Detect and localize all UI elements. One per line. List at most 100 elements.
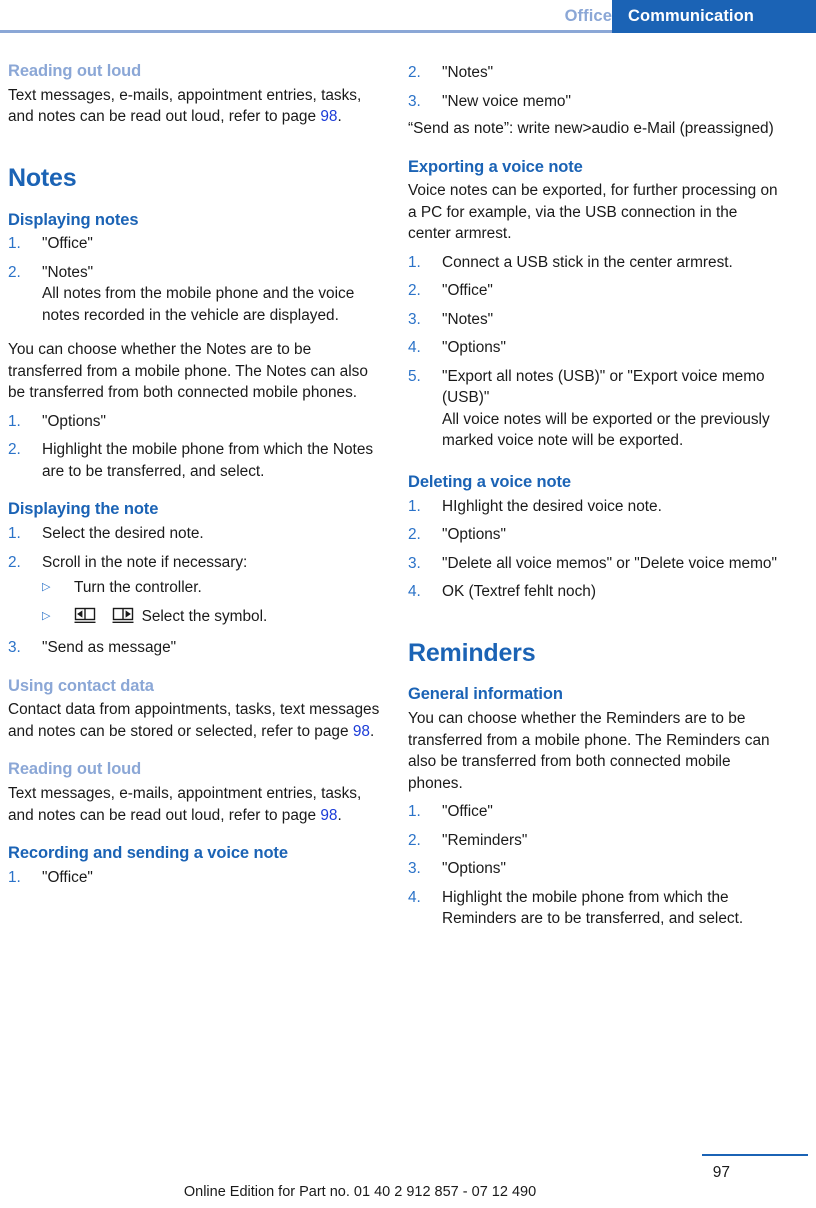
list-item: 2. Highlight the mobile phone from which…: [8, 439, 382, 482]
list-item: 3. "New voice memo": [408, 91, 782, 113]
list-item: 4. "Options": [408, 337, 782, 359]
list-item-number: 2.: [8, 441, 21, 459]
list-item-number: 1.: [8, 235, 21, 253]
list-item-number: 3.: [408, 92, 421, 110]
section-heading: General information: [408, 685, 563, 704]
list-item-number: 1.: [8, 412, 21, 430]
list-item-number: 1.: [408, 497, 421, 515]
list-item: 1. HIghlight the desired voice note.: [408, 496, 782, 518]
left-column: Reading out loud Text messages, e-mails,…: [8, 62, 382, 889]
list-item-number: 2.: [8, 553, 21, 571]
list-item-number: 2.: [408, 831, 421, 849]
list-item-text: "New voice memo": [442, 92, 571, 110]
list-item: 1. "Options": [8, 411, 382, 433]
sub-bullet-list: ▷ Turn the controller. ▷ Select the symb…: [42, 577, 382, 630]
sub-list-item: ▷ Select the symbol.: [42, 606, 382, 631]
list-item: 2. Scroll in the note if necessary: ▷ Tu…: [8, 552, 382, 631]
list-item-text: OK (Textref fehlt noch): [442, 583, 596, 601]
section-paragraph: You can choose whether the Notes are to …: [8, 341, 368, 402]
section-paragraph: Voice notes can be exported, for further…: [408, 182, 778, 243]
page-header: Office Communication: [0, 0, 816, 33]
section-paragraph: You can choose whether the Reminders are…: [408, 710, 770, 792]
list-item: 4. OK (Textref fehlt noch): [408, 581, 782, 603]
sub-list-item-text: Turn the controller.: [74, 579, 202, 597]
list-item: 4. Highlight the mobile phone from which…: [408, 887, 782, 930]
step-list: 1. "Office": [8, 867, 382, 889]
list-item: 3. "Notes": [408, 309, 782, 331]
list-item-text: "Office": [442, 803, 493, 821]
section-heading: Reading out loud: [8, 760, 142, 779]
list-item-note: All notes from the mobile phone and the …: [42, 285, 355, 324]
list-item-text: "Send as message": [42, 639, 177, 657]
list-item-text: "Export all notes (USB)" or "Export voic…: [442, 367, 765, 407]
list-item-number: 2.: [408, 282, 421, 300]
list-item-text: Connect a USB stick in the center armres…: [442, 253, 733, 271]
list-item-text: Select the desired note.: [42, 525, 204, 543]
list-item: 1. Connect a USB stick in the center arm…: [408, 252, 782, 274]
tab-office[interactable]: Office: [565, 0, 612, 33]
list-item: 1. "Office": [8, 867, 382, 889]
section-paragraph: Contact data from appointments, tasks, t…: [8, 699, 382, 742]
page-body: Reading out loud Text messages, e-mails,…: [0, 62, 816, 1122]
list-item-text: Scroll in the note if necessary:: [42, 553, 248, 571]
section-exporting-a-voice-note: Exporting a voice note Voice notes can b…: [408, 158, 782, 452]
page-number-rule: [702, 1153, 808, 1156]
page-reference-link[interactable]: 98: [320, 108, 337, 125]
book-next-page-icon: [112, 607, 134, 631]
section-heading: Using contact data: [8, 676, 154, 695]
page-reference-link[interactable]: 98: [353, 723, 370, 740]
book-prev-page-icon: [74, 607, 96, 631]
list-item: 2. "Reminders": [408, 830, 782, 852]
list-item-text: "Office": [442, 282, 493, 300]
right-column: 2. "Notes" 3. "New voice memo" “Send as …: [408, 62, 782, 930]
section-displaying-notes: Displaying notes 1. "Office" 2. "Notes" …: [8, 211, 382, 483]
list-item-text: "Reminders": [442, 831, 528, 849]
sub-list-item: ▷ Turn the controller.: [42, 577, 382, 599]
list-item-number: 2.: [408, 526, 421, 544]
tab-communication[interactable]: Communication: [612, 0, 816, 33]
list-item-text: "Options": [442, 339, 506, 357]
list-item-number: 2.: [408, 64, 421, 81]
list-item-text: "Office": [42, 869, 93, 887]
section-heading: Exporting a voice note: [408, 157, 583, 176]
step-list: 1. Select the desired note. 2. Scroll in…: [8, 523, 382, 659]
list-item-number: 1.: [408, 253, 421, 271]
paragraph-text-pre: Text messages, e-mails, appointment entr…: [8, 785, 362, 824]
list-item: 3. "Send as message": [8, 637, 382, 659]
list-item: 1. "Office": [8, 233, 382, 255]
list-item-number: 2.: [8, 263, 21, 281]
list-item-number: 3.: [408, 860, 421, 878]
list-item-number: 4.: [408, 339, 421, 357]
list-item: 2. "Office": [408, 280, 782, 302]
list-item-text: "Options": [442, 526, 506, 544]
list-item-text: "Notes": [442, 310, 494, 328]
paragraph-text-post: .: [337, 108, 342, 126]
section-heading: Recording and sending a voice note: [8, 844, 288, 863]
list-item-note: All voice notes will be exported or the …: [442, 410, 770, 450]
paragraph-text-pre: Contact data from appointments, tasks, t…: [8, 701, 380, 740]
step-list-continued: 2. "Notes" 3. "New voice memo": [408, 62, 782, 112]
paragraph-text-post: .: [337, 806, 342, 824]
page-reference-link[interactable]: 98: [320, 807, 337, 824]
list-item: 1. "Office": [408, 801, 782, 823]
list-item: 2. "Notes": [408, 62, 782, 84]
step-list-secondary: 1. "Options" 2. Highlight the mobile pho…: [8, 411, 382, 483]
section-using-contact-data: Using contact data Contact data from app…: [8, 677, 382, 743]
section-heading: Deleting a voice note: [408, 472, 571, 491]
paragraph-text-pre: Text messages, e-mails, appointment entr…: [8, 86, 362, 126]
section-reading-out-loud-2: Reading out loud Text messages, e-mails,…: [8, 760, 382, 826]
list-item-text: "Delete all voice memos" or "Delete voic…: [442, 554, 777, 572]
list-item-number: 1.: [408, 803, 421, 821]
footer-edition-note: Online Edition for Part no. 01 40 2 912 …: [183, 1184, 537, 1200]
triangle-bullet-icon: ▷: [42, 609, 51, 622]
list-item-number: 4.: [408, 583, 421, 601]
list-item-number: 3.: [408, 310, 421, 328]
list-item-number: 1.: [8, 525, 21, 543]
section-displaying-the-note: Displaying the note 1. Select the desire…: [8, 500, 382, 658]
section-heading: Displaying the note: [8, 500, 159, 519]
section-paragraph: Text messages, e-mails, appointment entr…: [8, 783, 382, 826]
triangle-bullet-icon: ▷: [42, 581, 51, 594]
list-item-number: 4.: [408, 888, 421, 906]
step-list: 1. "Office" 2. "Notes" All notes from th…: [8, 233, 382, 326]
list-item-text: "Office": [42, 235, 93, 253]
